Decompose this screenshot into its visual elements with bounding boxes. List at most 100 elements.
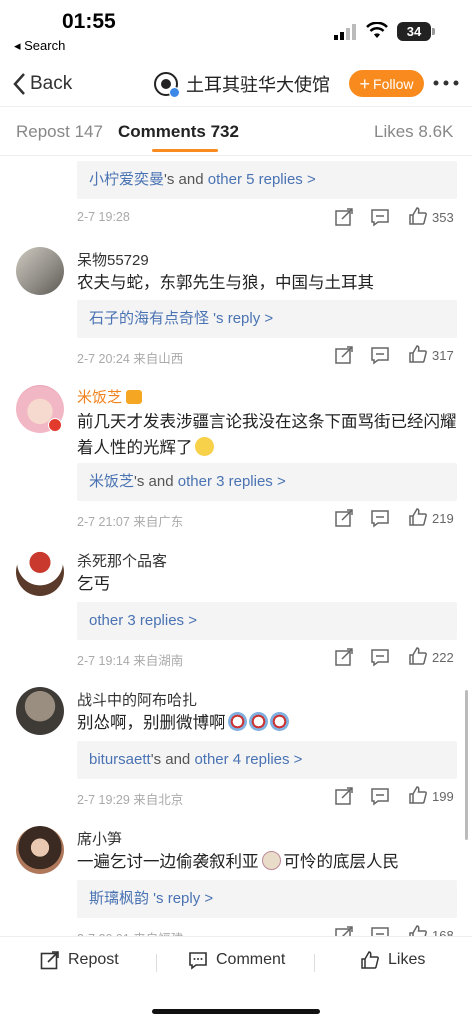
reply-icon[interactable] — [370, 786, 390, 806]
wifi-icon — [366, 22, 388, 38]
account-avatar — [154, 72, 180, 98]
share-icon[interactable] — [334, 345, 354, 365]
comment-text-body: 别怂啊，别删微博啊 — [77, 714, 226, 732]
follow-label: Follow — [373, 75, 414, 92]
reply-icon[interactable] — [370, 508, 390, 528]
comment-text-part: 一遍乞讨一边偷袭叙利亚 — [77, 853, 259, 871]
reply-user[interactable]: bitursaett — [89, 751, 151, 768]
share-icon[interactable] — [334, 508, 354, 528]
thumbs-up-icon[interactable] — [408, 344, 428, 364]
comment-username[interactable]: 米饭芝 — [77, 386, 143, 407]
cow-emoji-icon — [261, 851, 281, 870]
comment-meta: 2-7 19:28 — [77, 210, 130, 224]
reply-text: 's and — [150, 751, 195, 768]
tab-comments[interactable]: Comments 732 — [118, 122, 239, 142]
follow-button[interactable]: + Follow — [349, 70, 424, 97]
like-count: 219 — [432, 511, 454, 526]
more-replies-link[interactable]: other 4 replies > — [194, 751, 302, 768]
back-button[interactable]: Back — [12, 70, 72, 98]
reply-user[interactable]: 小柠爱奕曼 — [89, 171, 164, 188]
reply-text: 's and — [164, 171, 208, 188]
home-indicator[interactable] — [152, 1009, 320, 1014]
comment-text: 别怂啊，别删微博啊 — [77, 710, 457, 736]
avatar[interactable] — [16, 826, 64, 874]
plus-icon: + — [359, 73, 371, 94]
reply-preview[interactable]: other 3 replies > — [77, 602, 457, 640]
avatar[interactable] — [16, 548, 64, 596]
reply-preview[interactable]: 石子的海有点奇怪 's reply > — [77, 300, 457, 338]
active-tab-indicator — [152, 149, 218, 152]
crying-emoji-icon — [248, 712, 268, 731]
repost-icon — [40, 951, 59, 970]
crown-badge-icon — [126, 390, 143, 404]
comment-meta: 2-7 19:14 来自湖南 — [77, 654, 184, 668]
like-button[interactable]: Likes — [360, 950, 425, 970]
account-title: 土耳其驻华大使馆 — [186, 75, 330, 95]
comment-button[interactable]: Comment — [188, 950, 285, 970]
comment-label: Comment — [216, 951, 286, 968]
share-icon[interactable] — [334, 207, 354, 227]
comment-meta: 2-7 19:29 来自北京 — [77, 793, 184, 807]
reply-preview[interactable]: 米饭芝's and other 3 replies > — [77, 463, 457, 501]
reply-user[interactable]: 米饭芝 — [89, 473, 134, 490]
comment-text-body: 前几天才发表涉疆言论我没在这条下面骂街已经闪耀着人性的光辉了 — [77, 413, 457, 457]
reply-icon[interactable] — [370, 207, 390, 227]
reply-user[interactable]: 斯璃枫韵 — [89, 890, 149, 907]
thumbs-up-icon[interactable] — [408, 206, 428, 226]
share-icon[interactable] — [334, 786, 354, 806]
status-time: 01:55 — [62, 10, 116, 33]
more-replies-link[interactable]: other 3 replies > — [89, 612, 197, 629]
reply-text[interactable]: 's reply > — [209, 310, 273, 327]
chevron-left-icon — [13, 73, 25, 95]
scrollbar[interactable] — [465, 690, 468, 840]
comment-text: 前几天才发表涉疆言论我没在这条下面骂街已经闪耀着人性的光辉了 — [77, 409, 457, 461]
share-icon[interactable] — [334, 647, 354, 667]
more-options-icon[interactable] — [431, 73, 461, 93]
reply-preview[interactable]: 小柠爱奕曼's and other 5 replies > — [77, 161, 457, 199]
divider — [314, 954, 315, 972]
like-count: 317 — [432, 348, 454, 363]
smile-emoji-icon — [194, 437, 214, 456]
verified-badge-icon — [169, 87, 180, 98]
more-replies-link[interactable]: other 3 replies > — [178, 473, 286, 490]
reply-user[interactable]: 石子的海有点奇怪 — [89, 310, 209, 327]
battery-nub — [432, 28, 435, 35]
likes-label: Likes — [388, 951, 426, 968]
thumbs-up-icon[interactable] — [408, 507, 428, 527]
signal-icon — [334, 24, 356, 40]
battery-indicator: 34 — [397, 22, 431, 41]
like-count: 222 — [432, 650, 454, 665]
comment-icon — [189, 952, 207, 970]
comment-meta: 2-7 20:24 来自山西 — [77, 352, 184, 366]
repost-label: Repost — [68, 951, 119, 968]
divider — [0, 155, 472, 156]
crying-emoji-icon — [269, 712, 289, 731]
more-replies-link[interactable]: other 5 replies > — [208, 171, 316, 188]
comment-username[interactable]: 战斗中的阿布哈扎 — [77, 689, 197, 710]
like-count: 353 — [432, 210, 454, 225]
thumbs-up-icon[interactable] — [408, 646, 428, 666]
back-to-search-link[interactable]: ◂ Search — [14, 38, 65, 54]
comment-text: 一遍乞讨一边偷袭叙利亚 可怜的底层人民 — [77, 849, 457, 875]
comment-username[interactable]: 席小笋 — [77, 828, 122, 849]
back-label: Back — [30, 73, 73, 94]
comment-text: 农夫与蛇，东郭先生与狼，中国与土耳其 — [77, 274, 374, 292]
reply-text[interactable]: 's reply > — [149, 890, 213, 907]
tab-likes[interactable]: Likes 8.6K — [374, 122, 453, 142]
thumbs-up-icon[interactable] — [408, 785, 428, 805]
divider — [156, 954, 157, 972]
avatar[interactable] — [16, 247, 64, 295]
comment-text-part: 可怜的底层人民 — [283, 853, 400, 871]
comment-username[interactable]: 杀死那个品客 — [77, 550, 167, 571]
reply-preview[interactable]: 斯璃枫韵 's reply > — [77, 880, 457, 918]
reply-text: 's and — [134, 473, 178, 490]
tab-repost[interactable]: Repost 147 — [16, 122, 103, 142]
avatar[interactable] — [16, 687, 64, 735]
reply-icon[interactable] — [370, 345, 390, 365]
comment-username[interactable]: 呆物55729 — [77, 249, 149, 270]
account-header[interactable]: 土耳其驻华大使馆 — [154, 70, 330, 98]
like-count: 199 — [432, 789, 454, 804]
reply-preview[interactable]: bitursaett's and other 4 replies > — [77, 741, 457, 779]
repost-button[interactable]: Repost — [40, 950, 119, 970]
reply-icon[interactable] — [370, 647, 390, 667]
